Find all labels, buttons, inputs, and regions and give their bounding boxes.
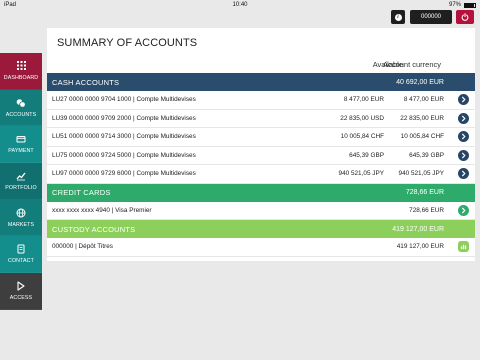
account-currency-balance: 645,39 GBP [409,151,444,159]
account-name: LU39 0000 0000 9709 2000 | Compte Multid… [52,114,196,122]
section-total: 419 127,00 EUR [392,225,444,233]
details-button[interactable] [458,204,469,216]
chevron-right-icon [460,133,467,140]
sidebar-item-dashboard[interactable]: DASHBOARD [0,53,42,90]
account-currency-balance: 940 521,05 JPY [398,170,444,178]
chevron-right-icon [460,152,467,159]
sidebar-item-accounts[interactable]: ACCOUNTS [0,89,42,127]
column-header-currency: Account currency [383,60,441,69]
sidebar-item-label: ACCOUNTS [5,111,37,118]
details-button[interactable] [458,149,469,161]
access-icon [16,281,26,291]
sidebar-item-label: DASHBOARD [3,74,39,81]
details-button[interactable] [458,131,469,143]
available-balance: 10 005,84 CHF [340,133,384,141]
chart-icon [16,171,26,181]
sidebar-item-label: PORTFOLIO [5,184,37,191]
battery-icon [464,2,476,8]
status-bar: iPad 10:40 97% [0,0,480,10]
info-button[interactable]: i [391,10,405,24]
sidebar-item-portfolio[interactable]: PORTFOLIO [0,163,42,200]
accounts-panel: SUMMARY OF ACCOUNTS Available Account cu… [47,28,475,261]
grid-icon [16,61,26,71]
sidebar-item-payment[interactable]: PAYMENT [0,126,42,164]
portfolio-button[interactable] [458,241,469,253]
logout-button[interactable] [456,10,474,24]
account-row[interactable]: LU51 0000 0000 9714 3000 | Compte Multid… [47,128,475,147]
account-name: LU27 0000 0000 9704 1000 | Compte Multid… [52,96,196,104]
section-label: CREDIT CARDS [52,188,111,197]
chevron-right-icon [460,115,467,122]
bar-chart-icon [460,243,467,250]
globe-icon [16,208,26,218]
account-row[interactable]: xxxx xxxx xxxx 4940 | Visa Premier 728,66… [47,202,475,220]
section-header-credit-cards[interactable]: CREDIT CARDS 728,66 EUR [47,183,475,202]
sidebar-item-access[interactable]: ACCESS [0,273,42,310]
available-balance: 645,39 GBP [349,151,384,159]
sidebar-item-label: ACCESS [9,294,33,301]
chevron-right-icon [460,207,467,214]
available-balance: 940 521,05 JPY [338,170,384,178]
account-name: LU75 0000 0000 9724 5000 | Compte Multid… [52,151,196,159]
sidebar-item-label: PAYMENT [8,148,34,155]
sidebar-item-label: CONTACT [8,258,34,265]
section-label: CASH ACCOUNTS [52,77,120,87]
section-total: 40 692,00 EUR [396,78,444,86]
sidebar: DASHBOARD ACCOUNTS PAYMENT PORTFOLIO MARKETS… [0,53,42,310]
section-header-custody-accounts[interactable]: CUSTODY ACCOUNTS 419 127,00 EUR [47,220,475,238]
account-currency-balance: 728,66 EUR [409,206,444,214]
status-time: 10:40 [232,2,248,8]
account-currency-balance: 22 835,00 EUR [400,114,444,122]
chevron-right-icon [460,96,467,103]
info-icon: i [394,13,402,21]
details-button[interactable] [458,168,469,180]
power-icon [461,13,469,21]
details-button[interactable] [458,112,469,124]
account-row[interactable]: 000000 | Dépôt Titres 419 127,00 EUR [47,238,475,257]
top-bar: i 000000 [0,10,480,28]
account-currency-balance: 10 005,84 CHF [400,133,444,141]
sidebar-item-contact[interactable]: CONTACT [0,236,42,274]
section-total: 728,66 EUR [405,189,444,196]
details-button[interactable] [458,94,469,106]
chevron-right-icon [460,170,467,177]
page-title: SUMMARY OF ACCOUNTS [57,37,198,49]
account-name: 000000 | Dépôt Titres [52,243,113,251]
account-row[interactable]: LU75 0000 0000 9724 5000 | Compte Multid… [47,147,475,165]
account-currency-balance: 419 127,00 EUR [396,243,444,251]
section-header-cash-accounts[interactable]: CASH ACCOUNTS 40 692,00 EUR [47,73,475,91]
card-icon [16,134,26,144]
account-row[interactable]: LU27 0000 0000 9704 1000 | Compte Multid… [47,91,475,110]
sidebar-item-label: MARKETS [7,221,35,228]
account-name: xxxx xxxx xxxx 4940 | Visa Premier [52,206,152,214]
available-balance: 8 477,00 EUR [343,96,384,104]
section-label: CUSTODY ACCOUNTS [52,224,136,234]
account-currency-balance: 8 477,00 EUR [403,96,444,104]
account-name: LU97 0000 0000 9729 6000 | Compte Multid… [52,170,196,178]
battery-percent: 97% [448,2,461,8]
account-number-box[interactable]: 000000 [410,10,452,24]
contact-icon [16,244,26,254]
available-balance: 22 835,00 USD [340,114,384,122]
account-row[interactable]: LU97 0000 0000 9729 6000 | Compte Multid… [47,165,475,184]
sidebar-item-markets[interactable]: MARKETS [0,199,42,237]
account-row[interactable]: LU39 0000 0000 9709 2000 | Compte Multid… [47,110,475,128]
account-name: LU51 0000 0000 9714 3000 | Compte Multid… [52,133,196,141]
coins-icon [16,98,26,108]
